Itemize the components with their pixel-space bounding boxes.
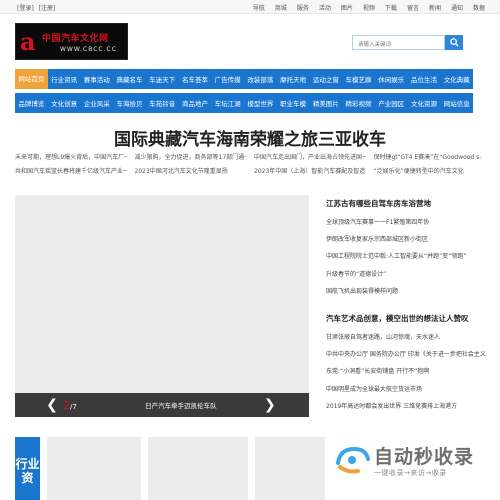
sub-link[interactable]: 未来可期，理想L9爆火背后，中国汽车厂一 bbox=[15, 152, 127, 161]
login-link[interactable]: [登录] bbox=[17, 5, 34, 12]
nav-item[interactable]: 精彩视频 bbox=[342, 98, 375, 108]
nav-item[interactable]: 运动之窗 bbox=[309, 74, 342, 84]
slideshow-caption-bar: ❮ 2/7 日产汽车牵手迈凯伦车队 ❯ bbox=[15, 393, 309, 417]
prev-arrow-icon[interactable]: ❮ bbox=[43, 397, 61, 413]
nav-item[interactable]: 改装部落 bbox=[244, 74, 277, 84]
search-input[interactable]: 请输入关键词 bbox=[352, 35, 445, 50]
nav-item[interactable]: 职业车模 bbox=[277, 98, 310, 108]
nav-item[interactable]: 广告传媒 bbox=[211, 74, 244, 84]
sub-link[interactable]: “泛娱乐化”便捷转型中的汽车文化 bbox=[374, 166, 486, 175]
slide-caption[interactable]: 日产汽车牵手迈凯伦车队 bbox=[131, 400, 231, 410]
nav-item[interactable]: 车迷天下 bbox=[146, 74, 179, 84]
nav-item[interactable]: 文化创意 bbox=[48, 98, 81, 108]
top-link[interactable]: 新闻 bbox=[429, 3, 441, 12]
top-link[interactable]: 数据 bbox=[473, 3, 485, 12]
news-list-2: 汽车艺术品创意，模空出世的想法让人赞叹 甘肃张掖自驾者迷路，山河惊魂，天水迷人 … bbox=[326, 313, 486, 418]
top-link[interactable]: 视频 bbox=[363, 3, 375, 12]
top-link[interactable]: 商城 bbox=[275, 3, 287, 12]
account-links: [登录] [注册] bbox=[17, 3, 58, 12]
nav-item[interactable]: 车坛江湖 bbox=[211, 98, 244, 108]
main-nav-secondary: 品牌博览 文化创意 企业风采 车海拾贝 车苑铃音 商品地产 车坛江湖 模型世界 … bbox=[15, 93, 473, 113]
watermark-text: 自动秒收录 bbox=[374, 446, 475, 468]
sub-link[interactable]: 2023年中国（上海）智能汽车赛配及智造一 bbox=[254, 166, 366, 175]
news-item[interactable]: 东莞:“小洞看”长安街铺盘 开行不“抱啊 bbox=[326, 366, 486, 375]
nav-item[interactable]: 车海拾贝 bbox=[113, 98, 146, 108]
nav-item[interactable]: 品位生活 bbox=[408, 74, 441, 84]
watermark-subtext: 一键收录→来访→收录 bbox=[374, 469, 447, 477]
headline-sub-links: 未来可期，理想L9爆火背后，中国汽车厂一 减少限购，全力促进，商务部等17部门通… bbox=[15, 152, 485, 175]
news-title[interactable]: 江苏古有哪些自驾车房车浴营地 bbox=[326, 198, 486, 209]
site-logo[interactable]: a 中国汽车文化网 WWW.CBCC.CC bbox=[15, 23, 128, 60]
slide-total: /7 bbox=[70, 402, 77, 411]
next-arrow-icon[interactable]: ❯ bbox=[261, 397, 279, 413]
news-item[interactable]: 2019年高达时都会发出世界 三维竞赛排上海港方 bbox=[326, 401, 486, 410]
nav-item[interactable]: 行业资讯 bbox=[48, 74, 81, 84]
slideshow-image[interactable] bbox=[15, 195, 309, 417]
top-link[interactable]: 导航 bbox=[253, 3, 265, 12]
sub-link[interactable]: 减少限购，全力促进，商务部等17部门通一 bbox=[135, 152, 247, 161]
section-tab-industry[interactable]: 行业资 bbox=[15, 437, 40, 500]
nav-item[interactable]: 企业风采 bbox=[80, 98, 113, 108]
news-item[interactable]: 中国工程院院士范中毅:人工智能要从“并跑”变“领跑” bbox=[326, 251, 486, 260]
top-link[interactable]: 通知 bbox=[451, 3, 463, 12]
top-link[interactable]: 留言 bbox=[407, 3, 419, 12]
top-links: 导航 商城 服务 活动 图片 视频 下载 留言 新闻 通知 数据 bbox=[253, 3, 485, 12]
watermark-logo-icon bbox=[336, 446, 370, 474]
news-item[interactable]: 伊朗改军收复家乐宗西部城区新小街区 bbox=[326, 234, 486, 243]
sub-link[interactable]: 保时捷gt“GT4 E赛凑”在“Goodwood s- bbox=[374, 152, 486, 161]
top-link[interactable]: 下载 bbox=[385, 3, 397, 12]
nav-item[interactable]: 网站信息 bbox=[440, 98, 473, 108]
nav-item[interactable]: 车模艺廊 bbox=[342, 74, 375, 84]
sub-link[interactable]: 2023中国河北汽车文化节隆重显扬 bbox=[135, 166, 247, 175]
news-item[interactable]: 中共中央办公厅 国务院办公厅 印发《关于进一步把社会主义 bbox=[326, 349, 486, 358]
news-title[interactable]: 汽车艺术品创意，模空出世的想法让人赞叹 bbox=[326, 313, 486, 324]
nav-item[interactable]: 模型世界 bbox=[244, 98, 277, 108]
logo-mark-icon: a bbox=[20, 27, 36, 56]
top-link[interactable]: 图片 bbox=[341, 3, 353, 12]
nav-item-home[interactable]: 网站首页 bbox=[15, 69, 48, 89]
sub-link[interactable]: 中国汽车走出国门，产业出海占领先进国一 bbox=[254, 152, 366, 161]
nav-item[interactable]: 文化资源 bbox=[408, 98, 441, 108]
search-icon bbox=[449, 38, 459, 47]
logo-title: 中国汽车文化网 bbox=[42, 34, 109, 44]
top-bar: [登录] [注册] 导航 商城 服务 活动 图片 视频 下载 留言 新闻 通知 … bbox=[0, 0, 500, 14]
nav-item[interactable]: 品牌博览 bbox=[15, 98, 48, 108]
nav-item[interactable]: 文化典藏 bbox=[440, 74, 473, 84]
search-button[interactable] bbox=[445, 35, 463, 50]
thumbnail-image[interactable] bbox=[255, 437, 325, 500]
news-item[interactable]: 中国明星成为全球最大航空货运市场 bbox=[326, 384, 486, 393]
top-link[interactable]: 服务 bbox=[297, 3, 309, 12]
nav-item[interactable]: 精美图片 bbox=[309, 98, 342, 108]
nav-item[interactable]: 商品地产 bbox=[179, 98, 212, 108]
watermark: 自动秒收录 一键收录→来访→收录 bbox=[334, 441, 494, 496]
nav-item[interactable]: 赛事活动 bbox=[80, 74, 113, 84]
headline[interactable]: 国际典藏汽车海南荣耀之旅三亚收车 bbox=[0, 125, 500, 150]
register-link[interactable]: [注册] bbox=[39, 5, 56, 12]
news-list-1: 江苏古有哪些自驾车房车浴营地 全球顶级汽车赛事一一F1繁殖第四年协 伊朗改军收复… bbox=[326, 198, 486, 303]
news-item[interactable]: 国航飞机出现装得模样问题 bbox=[326, 286, 486, 295]
news-item[interactable]: 甘肃张掖自驾者迷路，山河惊魂，天水迷人 bbox=[326, 332, 486, 341]
slide-counter: 2/7 bbox=[63, 399, 77, 412]
nav-item[interactable]: 产业园区 bbox=[375, 98, 408, 108]
thumbnail-image[interactable] bbox=[148, 437, 248, 500]
nav-item[interactable]: 休闲娱乐 bbox=[375, 74, 408, 84]
top-link[interactable]: 活动 bbox=[319, 3, 331, 12]
news-item[interactable]: 全球顶级汽车赛事一一F1繁殖第四年协 bbox=[326, 217, 486, 226]
news-item[interactable]: 升级春节的“道德设计” bbox=[326, 269, 486, 278]
nav-item[interactable]: 典藏名车 bbox=[113, 74, 146, 84]
main-nav-primary: 网站首页 行业资讯 赛事活动 典藏名车 车迷天下 名车荟萃 广告传媒 改装部落 … bbox=[15, 69, 473, 89]
slide-current: 2 bbox=[63, 398, 70, 412]
logo-url: WWW.CBCC.CC bbox=[60, 46, 117, 53]
sub-link[interactable]: 共和国汽车摇篮长春将建千亿级汽车产业一 bbox=[15, 166, 127, 175]
nav-item[interactable]: 车苑铃音 bbox=[146, 98, 179, 108]
thumbnail-image[interactable] bbox=[47, 437, 141, 500]
nav-item[interactable]: 名车荟萃 bbox=[179, 74, 212, 84]
nav-item[interactable]: 摩托天地 bbox=[277, 74, 310, 84]
